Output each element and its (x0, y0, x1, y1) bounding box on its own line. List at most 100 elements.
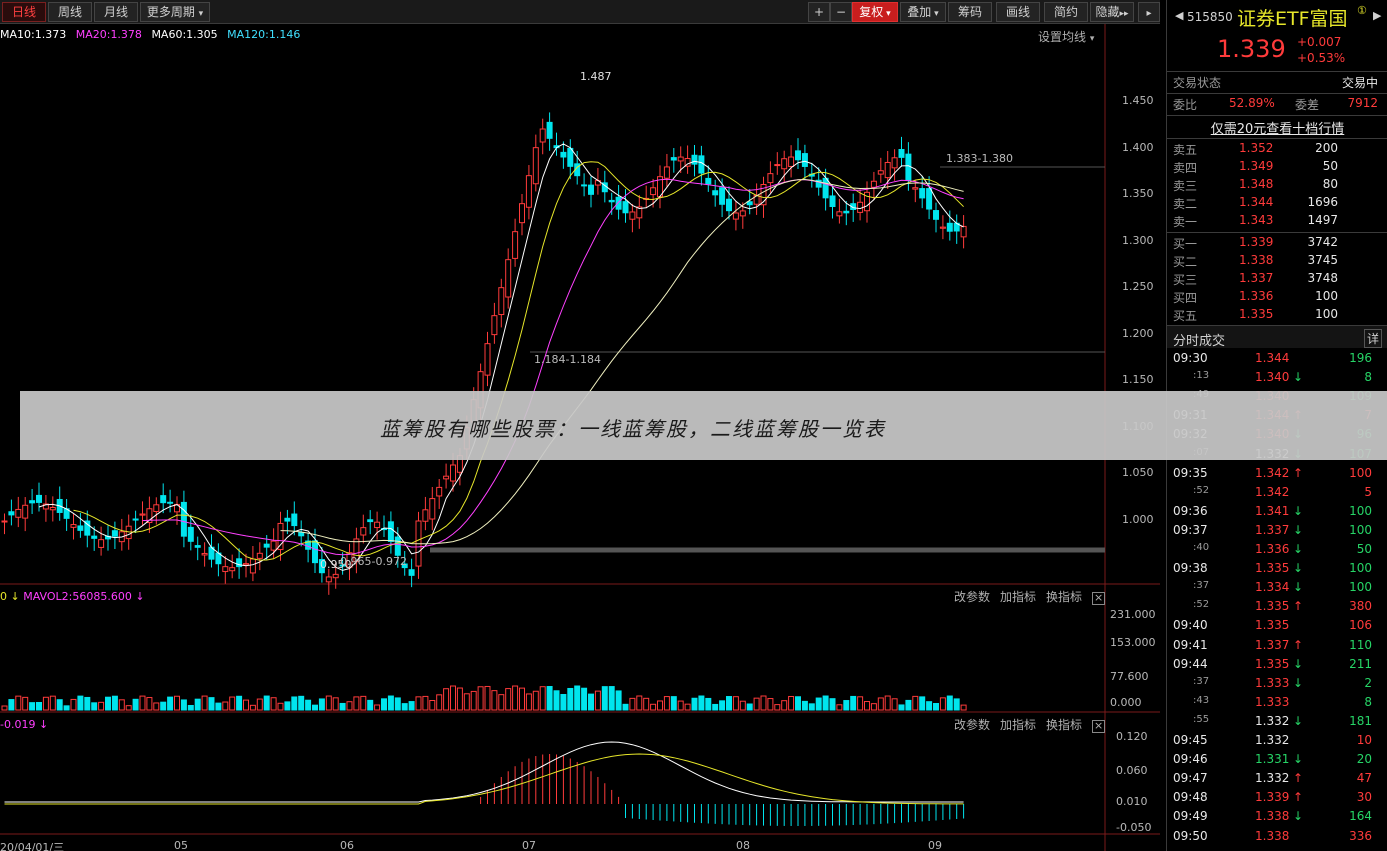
hide-button[interactable]: 隐藏▸▸ (1090, 2, 1134, 22)
tab-more-periods-label: 更多周期 (146, 5, 195, 19)
ask-row[interactable]: 卖五 1.352 200 (1167, 141, 1387, 159)
draw-line-button[interactable]: 画线 (996, 2, 1040, 22)
add-indicator-button[interactable]: 加指标 (1000, 590, 1036, 604)
volume-bar (753, 697, 760, 711)
candle-body (795, 150, 801, 161)
tick-price: 1.338 (1255, 809, 1290, 824)
tab-weekly[interactable]: 周线 (48, 2, 92, 22)
candle-body (249, 558, 256, 574)
volume-bar (677, 700, 684, 711)
candle-body (560, 151, 567, 158)
candle-body (877, 170, 884, 175)
volume-bar (22, 696, 29, 711)
overlay-button[interactable]: 叠加 ▾ (900, 2, 946, 22)
volume-bar (91, 702, 98, 711)
volume-bar (201, 695, 208, 711)
info-badge-icon[interactable]: ① (1357, 4, 1367, 17)
volume-bar (353, 696, 360, 711)
volume-bar (822, 695, 829, 711)
book-price: 1.348 (1239, 177, 1274, 191)
add-indicator-button[interactable]: 加指标 (1000, 718, 1036, 732)
volume-bar (415, 696, 422, 711)
switch-indicator-button[interactable]: 换指标 (1046, 590, 1082, 604)
volume-bar (249, 704, 256, 711)
tick-price: 1.342 (1255, 465, 1290, 480)
ask-row[interactable]: 卖一 1.343 1497 (1167, 213, 1387, 231)
close-icon[interactable]: × (1092, 720, 1106, 733)
bid-row[interactable]: 买五 1.335 100 (1167, 307, 1387, 325)
next-stock-button[interactable]: ▶ (1373, 9, 1381, 22)
candle-body (946, 222, 953, 232)
date-label: 07 (522, 839, 536, 851)
zoom-out-button[interactable]: − (830, 2, 852, 22)
candle-body (298, 532, 305, 537)
arrow-up-icon: ↑ (1293, 465, 1304, 480)
collapse-panel-button[interactable]: ▸ (1138, 2, 1160, 22)
tick-row: :43 1.333 8 (1167, 695, 1387, 713)
book-price: 1.337 (1239, 271, 1274, 285)
volume-bar (808, 703, 815, 711)
tick-price: 1.333 (1255, 675, 1290, 690)
tab-more-periods[interactable]: 更多周期 ▾ (140, 2, 210, 22)
bid-row[interactable]: 买二 1.338 3745 (1167, 253, 1387, 271)
tick-volume: 106 (1349, 618, 1372, 633)
prev-stock-button[interactable]: ◀ (1175, 9, 1183, 22)
ticks-detail-button[interactable]: 详 (1363, 329, 1382, 348)
tick-time: 09:46 (1173, 752, 1208, 767)
volume-bar (615, 690, 622, 711)
bid-row[interactable]: 买四 1.336 100 (1167, 289, 1387, 307)
ask-row[interactable]: 卖三 1.348 80 (1167, 177, 1387, 195)
candle-body (15, 508, 22, 518)
overlay-label: 叠加 (907, 5, 932, 19)
price-tick-label: 1.300 (1122, 233, 1154, 247)
tick-time: 09:38 (1173, 561, 1208, 576)
volume-bar (284, 701, 291, 711)
volume-bar (436, 694, 443, 711)
ask-row[interactable]: 卖四 1.349 50 (1167, 159, 1387, 177)
candle-body (443, 475, 450, 480)
ma10-label: MA10:1.373 (0, 28, 67, 41)
candle-body (22, 504, 29, 519)
volume-bar (670, 696, 677, 711)
volume-bar (512, 685, 519, 711)
tick-time: 09:48 (1173, 790, 1208, 805)
tick-price: 1.342 (1255, 484, 1290, 499)
status-value: 交易中 (1341, 76, 1378, 90)
ma-settings-button[interactable]: 设置均线 ▾ (1038, 28, 1094, 45)
tick-time: :40 (1193, 542, 1210, 553)
chips-button[interactable]: 筹码 (948, 2, 992, 22)
switch-indicator-button[interactable]: 换指标 (1046, 718, 1082, 732)
price-tick-label: 1.200 (1122, 326, 1154, 340)
close-icon[interactable]: × (1092, 592, 1106, 605)
arrow-down-icon: ↓ (1293, 522, 1304, 537)
ask-row[interactable]: 卖二 1.344 1696 (1167, 195, 1387, 213)
arrow-down-icon: ↓ (1293, 370, 1304, 385)
tab-monthly[interactable]: 月线 (94, 2, 138, 22)
level10-promo-link[interactable]: 仅需20元查看十档行情 (1167, 118, 1387, 137)
candle-body (201, 552, 208, 556)
tab-daily[interactable]: 日线 (2, 2, 46, 22)
arrow-up-icon: ↑ (1293, 637, 1304, 652)
volume-bar (801, 700, 808, 711)
bid-row[interactable]: 买三 1.337 3748 (1167, 271, 1387, 289)
candle-body (926, 188, 933, 210)
tick-price: 1.332 (1255, 771, 1290, 786)
candle-body (222, 566, 229, 573)
edit-params-button[interactable]: 改参数 (954, 718, 990, 732)
volume-bar (256, 698, 263, 711)
tick-time: 09:50 (1173, 828, 1208, 843)
arrow-down-icon: ↓ (1293, 561, 1304, 576)
volume-bar (243, 699, 249, 711)
bid-row[interactable]: 买一 1.339 3742 (1167, 235, 1387, 253)
book-volume: 200 (1315, 141, 1338, 155)
zoom-in-button[interactable]: + (808, 2, 830, 22)
adjust-button[interactable]: 复权 ▾ (852, 2, 898, 22)
edit-params-button[interactable]: 改参数 (954, 590, 990, 604)
simple-mode-button[interactable]: 简约 (1044, 2, 1088, 22)
candle-body (77, 525, 84, 531)
candle-body (788, 156, 795, 167)
article-title: 蓝筹股有哪些股票：一线蓝筹股，二线蓝筹股一览表 (380, 417, 886, 441)
candle-body (726, 198, 732, 212)
candle-body (829, 195, 836, 208)
candle-body (408, 569, 415, 576)
